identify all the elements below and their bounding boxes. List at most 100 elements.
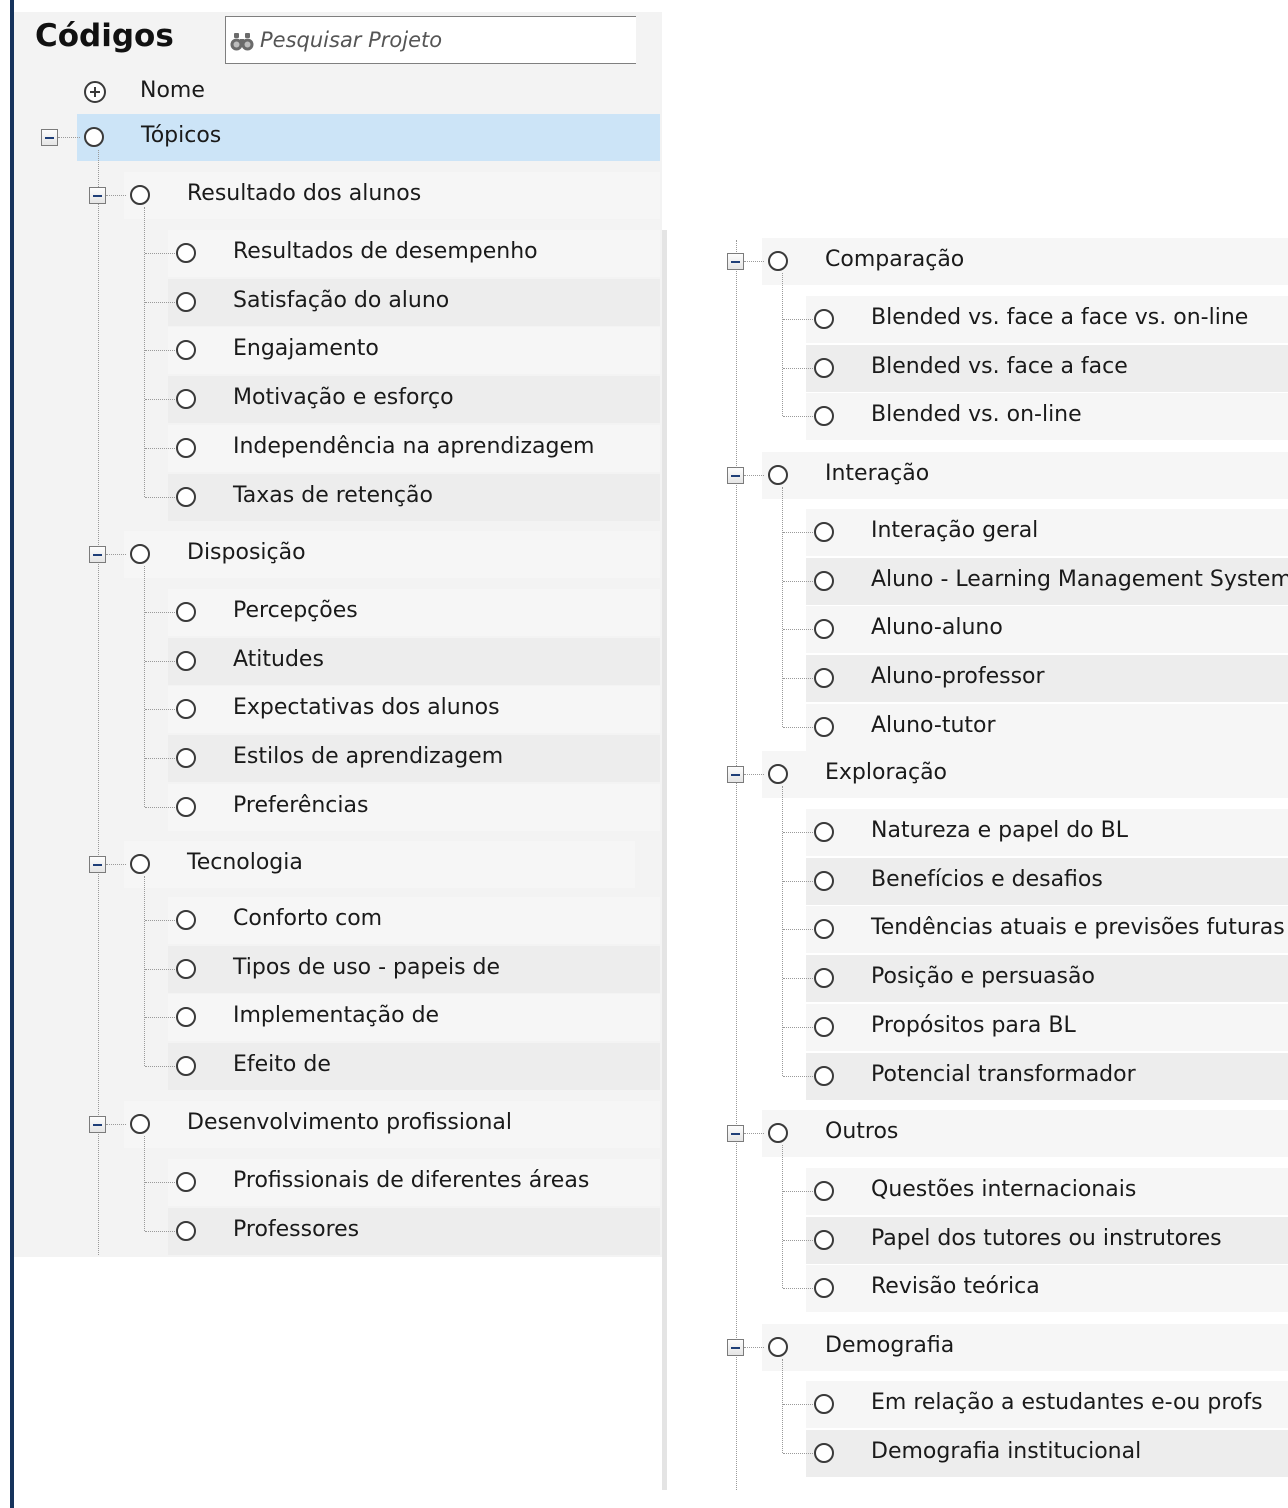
child-node-label: Aluno-tutor	[871, 713, 996, 738]
group-node-label: Interação	[825, 461, 930, 486]
child-node-label: Percepções	[233, 598, 358, 623]
tree-branch-line	[782, 786, 783, 1076]
child-node-label: Aluno-aluno	[871, 615, 1003, 640]
node-circle-icon[interactable]	[176, 602, 196, 622]
tree-connector	[783, 1404, 813, 1405]
tree-branch-line	[782, 1145, 783, 1289]
node-circle-icon[interactable]	[176, 797, 196, 817]
node-circle-icon[interactable]	[176, 699, 196, 719]
child-node-label: Satisfação do aluno	[233, 288, 450, 313]
node-circle-icon[interactable]	[814, 1278, 834, 1298]
node-circle-icon[interactable]	[814, 822, 834, 842]
collapse-toggle[interactable]	[727, 1339, 744, 1356]
node-circle-icon[interactable]	[176, 1056, 196, 1076]
tree-connector	[145, 1182, 175, 1183]
node-circle-icon[interactable]	[176, 243, 196, 263]
child-node-label: Tipos de uso - papeis de	[233, 955, 501, 980]
child-node-label: Motivação e esforço	[233, 385, 454, 410]
tree-connector	[145, 497, 175, 498]
node-circle-icon[interactable]	[814, 358, 834, 378]
child-node-label: Resultados de desempenho	[233, 239, 538, 264]
child-node-label: Taxas de retenção	[233, 483, 433, 508]
node-circle-icon[interactable]	[176, 438, 196, 458]
tree-connector	[783, 727, 813, 728]
tree-connector	[783, 929, 813, 930]
node-circle-icon[interactable]	[814, 919, 834, 939]
node-circle-icon[interactable]	[130, 854, 150, 874]
collapse-toggle[interactable]	[727, 467, 744, 484]
collapse-toggle-root[interactable]	[41, 129, 58, 146]
add-node-icon[interactable]	[84, 81, 106, 103]
tree-connector	[783, 881, 813, 882]
tree-connector	[783, 581, 813, 582]
search-box[interactable]	[225, 16, 636, 64]
node-circle-icon[interactable]	[768, 465, 788, 485]
group-node-label: Desenvolvimento profissional	[187, 1110, 513, 1135]
node-circle-icon[interactable]	[130, 185, 150, 205]
node-circle-icon[interactable]	[176, 651, 196, 671]
tree-connector	[783, 368, 813, 369]
binoculars-icon	[230, 33, 254, 51]
node-circle-icon[interactable]	[176, 340, 196, 360]
node-circle-icon[interactable]	[768, 251, 788, 271]
panel-header: Códigos	[14, 12, 636, 68]
node-circle-icon[interactable]	[768, 1337, 788, 1357]
tree-connector	[783, 678, 813, 679]
node-circle-icon[interactable]	[814, 571, 834, 591]
tree-connector	[145, 807, 175, 808]
collapse-toggle[interactable]	[727, 1125, 744, 1142]
node-circle-icon[interactable]	[130, 1114, 150, 1134]
collapse-toggle[interactable]	[727, 766, 744, 783]
node-circle-icon[interactable]	[814, 619, 834, 639]
tree-guide-line	[98, 150, 99, 1255]
collapse-toggle[interactable]	[89, 546, 106, 563]
child-node-label: Blended vs. face a face vs. on-line	[871, 305, 1249, 330]
tree-connector	[58, 137, 80, 138]
collapse-toggle[interactable]	[727, 253, 744, 270]
node-circle-icon[interactable]	[814, 522, 834, 542]
node-circle-icon[interactable]	[814, 717, 834, 737]
node-circle-icon[interactable]	[814, 871, 834, 891]
node-circle-icon[interactable]	[814, 668, 834, 688]
tree-connector	[783, 629, 813, 630]
node-circle-icon[interactable]	[814, 968, 834, 988]
tree-branch-line	[144, 207, 145, 497]
node-circle-icon[interactable]	[130, 544, 150, 564]
child-node-label: Potencial transformador	[871, 1062, 1136, 1087]
node-circle-icon[interactable]	[814, 1443, 834, 1463]
node-circle-icon[interactable]	[814, 1181, 834, 1201]
node-circle-icon[interactable]	[768, 1123, 788, 1143]
node-circle-icon[interactable]	[176, 292, 196, 312]
node-circle-icon[interactable]	[176, 389, 196, 409]
node-circle-icon[interactable]	[84, 127, 104, 147]
search-input[interactable]	[260, 17, 630, 63]
tree-connector	[783, 532, 813, 533]
child-node-label: Aluno-professor	[871, 664, 1045, 689]
child-node-label: Implementação de	[233, 1003, 440, 1028]
node-circle-icon[interactable]	[814, 1066, 834, 1086]
node-circle-icon[interactable]	[768, 764, 788, 784]
node-circle-icon[interactable]	[814, 406, 834, 426]
collapse-toggle[interactable]	[89, 856, 106, 873]
tree-branch-line	[782, 273, 783, 417]
node-circle-icon[interactable]	[814, 1017, 834, 1037]
child-node-label: Demografia institucional	[871, 1439, 1142, 1464]
group-node-label: Disposição	[187, 540, 306, 565]
node-circle-icon[interactable]	[814, 1394, 834, 1414]
node-circle-icon[interactable]	[176, 487, 196, 507]
tree-connector	[145, 253, 175, 254]
node-circle-icon[interactable]	[814, 1230, 834, 1250]
child-node-label: Expectativas dos alunos	[233, 695, 500, 720]
node-circle-icon[interactable]	[176, 910, 196, 930]
collapse-toggle[interactable]	[89, 187, 106, 204]
node-circle-icon[interactable]	[814, 309, 834, 329]
node-circle-icon[interactable]	[176, 959, 196, 979]
collapse-toggle[interactable]	[89, 1116, 106, 1133]
node-circle-icon[interactable]	[176, 1172, 196, 1192]
tree-connector	[783, 1453, 813, 1454]
tree-branch-line	[144, 1136, 145, 1231]
tree-branch-line	[144, 566, 145, 807]
node-circle-icon[interactable]	[176, 1007, 196, 1027]
node-circle-icon[interactable]	[176, 748, 196, 768]
node-circle-icon[interactable]	[176, 1221, 196, 1241]
